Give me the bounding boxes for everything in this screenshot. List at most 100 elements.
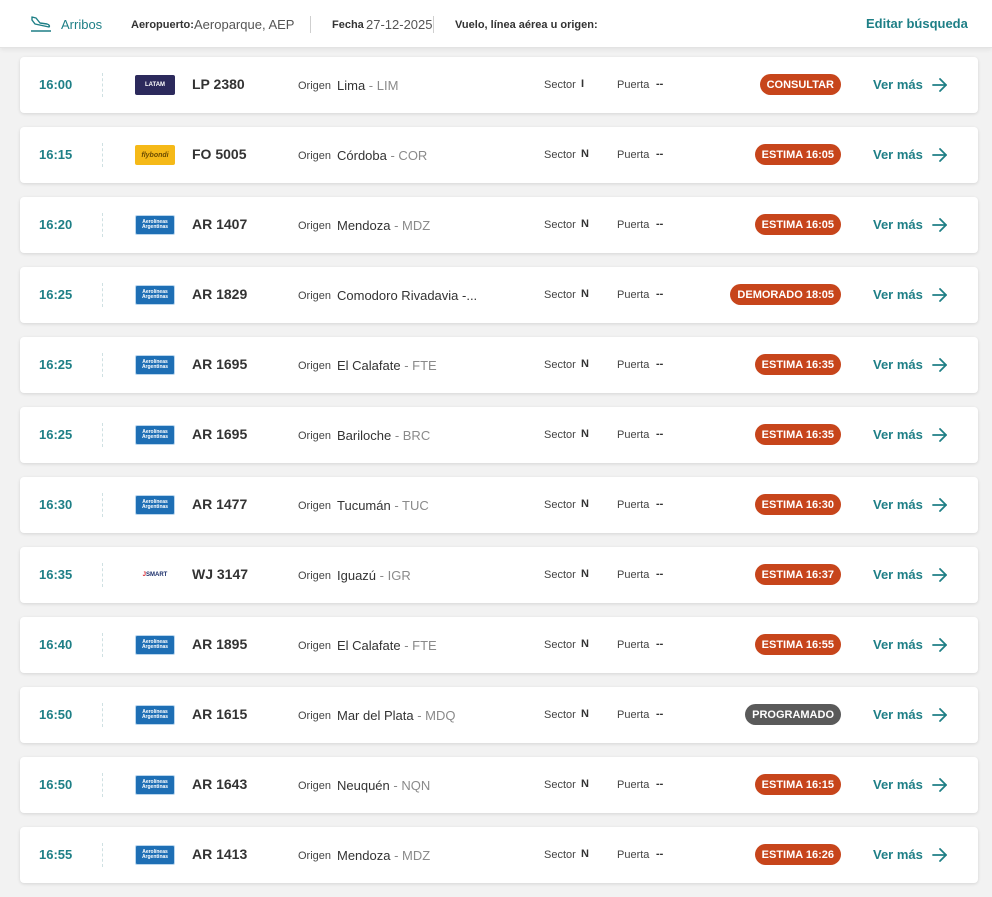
status-badge: ESTIMA 16:35 <box>754 424 841 445</box>
view-more-link[interactable]: Ver más <box>873 777 923 792</box>
flight-row[interactable]: 16:55 Aerolíneas Argentinas AR 1413 Orig… <box>20 827 978 883</box>
divider <box>102 353 103 377</box>
airline-logo: Aerolíneas Argentinas <box>135 215 175 235</box>
sector-label: Sector <box>544 639 576 651</box>
view-more-link[interactable]: Ver más <box>873 567 923 582</box>
flight-row[interactable]: 16:25 Aerolíneas Argentinas AR 1695 Orig… <box>20 407 978 463</box>
flight-number: WJ 3147 <box>192 566 249 582</box>
flight-time: 16:15 <box>39 147 73 162</box>
origin-city: Neuquén <box>337 778 390 793</box>
view-more-link[interactable]: Ver más <box>873 217 923 232</box>
sector-label: Sector <box>544 289 576 301</box>
origin-value: Comodoro Rivadavia -... <box>337 288 477 303</box>
airline-logo: Aerolíneas Argentinas <box>135 635 175 655</box>
status-badge: ESTIMA 16:30 <box>754 494 841 515</box>
flight-row[interactable]: 16:15 flybondi FO 5005 Origen Córdoba - … <box>20 127 978 183</box>
origin-code: - MDQ <box>413 708 456 723</box>
view-more-link[interactable]: Ver más <box>873 707 923 722</box>
view-more-link[interactable]: Ver más <box>873 847 923 862</box>
arrow-right-icon[interactable] <box>931 426 949 444</box>
flight-row[interactable]: 16:30 Aerolíneas Argentinas AR 1477 Orig… <box>20 477 978 533</box>
gate-value: -- <box>656 498 664 510</box>
gate-value: -- <box>656 218 664 230</box>
airport-label: Aeropuerto: <box>131 19 194 31</box>
gate-label: Puerta <box>617 639 650 651</box>
gate-value: -- <box>656 708 664 720</box>
arrivals-tab[interactable]: Arribos <box>61 17 102 32</box>
view-more-link[interactable]: Ver más <box>873 497 923 512</box>
sector-value: I <box>581 78 585 90</box>
gate-label: Puerta <box>617 359 650 371</box>
sector-value: N <box>581 148 589 160</box>
airline-logo: Aerolíneas Argentinas <box>135 705 175 725</box>
flight-row[interactable]: 16:50 Aerolíneas Argentinas AR 1615 Orig… <box>20 687 978 743</box>
flight-row[interactable]: 16:25 Aerolíneas Argentinas AR 1695 Orig… <box>20 337 978 393</box>
origin-label: Origen <box>298 290 332 302</box>
search-summary-bar: Arribos Aeropuerto: Aeroparque, AEP Fech… <box>0 0 992 48</box>
origin-value: Neuquén - NQN <box>337 778 430 793</box>
plane-arrival-icon <box>31 16 51 32</box>
divider <box>102 843 103 867</box>
gate-value: -- <box>656 78 664 90</box>
status-badge: ESTIMA 16:37 <box>754 564 841 585</box>
origin-label: Origen <box>298 500 332 512</box>
origin-label: Origen <box>298 850 332 862</box>
flight-row[interactable]: 16:20 Aerolíneas Argentinas AR 1407 Orig… <box>20 197 978 253</box>
flight-row[interactable]: 16:00 LATAM LP 2380 Origen Lima - LIM Se… <box>20 57 978 113</box>
arrow-right-icon[interactable] <box>931 566 949 584</box>
flight-time: 16:20 <box>39 217 73 232</box>
divider <box>102 703 103 727</box>
flight-row[interactable]: 16:40 Aerolíneas Argentinas AR 1895 Orig… <box>20 617 978 673</box>
flight-time: 16:55 <box>39 847 73 862</box>
flight-number: AR 1895 <box>192 636 248 652</box>
origin-label: Origen <box>298 360 332 372</box>
flight-row[interactable]: 16:50 Aerolíneas Argentinas AR 1643 Orig… <box>20 757 978 813</box>
gate-value: -- <box>656 428 664 440</box>
sector-value: N <box>581 218 589 230</box>
flight-row[interactable]: 16:25 Aerolíneas Argentinas AR 1829 Orig… <box>20 267 978 323</box>
gate-value: -- <box>656 568 664 580</box>
arrow-right-icon[interactable] <box>931 776 949 794</box>
arrow-right-icon[interactable] <box>931 636 949 654</box>
sector-label: Sector <box>544 709 576 721</box>
arrow-right-icon[interactable] <box>931 216 949 234</box>
sector-label: Sector <box>544 499 576 511</box>
view-more-link[interactable]: Ver más <box>873 637 923 652</box>
arrow-right-icon[interactable] <box>931 496 949 514</box>
flight-time: 16:30 <box>39 497 73 512</box>
edit-search-link[interactable]: Editar búsqueda <box>866 16 968 31</box>
flight-time: 16:00 <box>39 77 73 92</box>
view-more-link[interactable]: Ver más <box>873 427 923 442</box>
airport-value: Aeroparque, AEP <box>194 17 295 32</box>
status-badge: DEMORADO 18:05 <box>730 284 841 305</box>
flight-list: 16:00 LATAM LP 2380 Origen Lima - LIM Se… <box>20 57 978 897</box>
view-more-link[interactable]: Ver más <box>873 77 923 92</box>
sector-label: Sector <box>544 569 576 581</box>
flight-number: AR 1413 <box>192 846 248 862</box>
arrow-right-icon[interactable] <box>931 356 949 374</box>
arrow-right-icon[interactable] <box>931 146 949 164</box>
view-more-link[interactable]: Ver más <box>873 287 923 302</box>
gate-value: -- <box>656 148 664 160</box>
arrow-right-icon[interactable] <box>931 76 949 94</box>
sector-label: Sector <box>544 149 576 161</box>
arrow-right-icon[interactable] <box>931 286 949 304</box>
divider <box>102 283 103 307</box>
divider <box>102 143 103 167</box>
flight-number: AR 1829 <box>192 286 248 302</box>
view-more-link[interactable]: Ver más <box>873 147 923 162</box>
divider <box>102 563 103 587</box>
flight-row[interactable]: 16:35 J SMART WJ 3147 Origen Iguazú - IGR… <box>20 547 978 603</box>
gate-label: Puerta <box>617 289 650 301</box>
arrow-right-icon[interactable] <box>931 706 949 724</box>
origin-code: - FTE <box>400 638 437 653</box>
sector-value: N <box>581 288 589 300</box>
view-more-link[interactable]: Ver más <box>873 357 923 372</box>
divider <box>102 423 103 447</box>
origin-label: Origen <box>298 220 332 232</box>
flight-time: 16:25 <box>39 357 73 372</box>
origin-label: Origen <box>298 710 332 722</box>
origin-value: Mendoza - MDZ <box>337 218 430 233</box>
status-badge: ESTIMA 16:05 <box>754 214 841 235</box>
arrow-right-icon[interactable] <box>931 846 949 864</box>
